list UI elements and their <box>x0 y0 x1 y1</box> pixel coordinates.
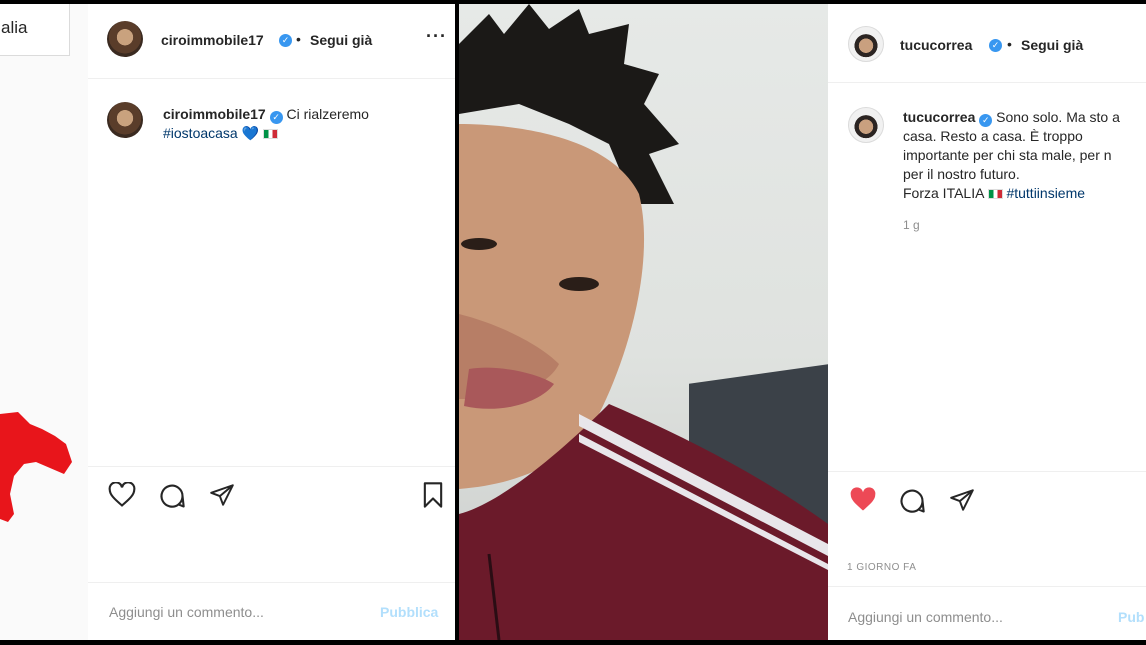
tab-label: alia <box>1 18 28 37</box>
avatar[interactable] <box>848 26 884 62</box>
italy-map-shape <box>0 412 72 522</box>
caption-line: per il nostro futuro. <box>903 166 1020 182</box>
comment-divider <box>88 582 455 583</box>
publish-button[interactable]: Pubblica <box>380 604 438 620</box>
avatar[interactable] <box>848 107 884 143</box>
comment-icon[interactable] <box>158 482 186 510</box>
dot-separator: • <box>1007 36 1012 52</box>
caption-line: Sono solo. Ma sto a <box>996 109 1120 125</box>
header-username[interactable]: ciroimmobile17 <box>161 32 264 48</box>
share-icon[interactable] <box>208 482 236 508</box>
tracksuit-shape <box>459 404 828 640</box>
actions-divider <box>828 471 1146 472</box>
caption-line: Forza ITALIA <box>903 185 984 201</box>
more-horizontal-icon[interactable]: ··· <box>426 26 447 47</box>
caption-line: importante per chi sta male, per n <box>903 147 1112 163</box>
avatar[interactable] <box>107 21 143 57</box>
bookmark-icon[interactable] <box>421 481 445 509</box>
blue-heart-emoji: 💙 <box>241 125 260 141</box>
italy-flag-icon <box>262 129 278 139</box>
header-username[interactable]: tucucorrea <box>900 37 972 53</box>
verified-badge-icon: ✓ <box>279 34 292 47</box>
header-divider <box>88 78 455 79</box>
italy-flag-icon <box>987 189 1003 199</box>
caption-username[interactable]: ciroimmobile17 <box>163 106 266 122</box>
left-map-fragment: alia <box>0 4 88 640</box>
post-photo <box>459 4 828 640</box>
publish-button[interactable]: Pub <box>1118 609 1144 625</box>
heart-icon[interactable] <box>108 482 136 508</box>
caption-line: casa. Resto a casa. È troppo <box>903 128 1083 144</box>
follow-status[interactable]: Segui già <box>1021 37 1083 53</box>
heart-filled-icon[interactable] <box>849 487 877 513</box>
actions-divider <box>88 466 455 467</box>
share-icon[interactable] <box>948 487 976 513</box>
caption: tucucorrea ✓ Sono solo. Ma sto a casa. R… <box>903 108 1146 203</box>
caption-time: 1 g <box>903 218 920 232</box>
hashtag-link[interactable]: #iostoacasa <box>163 125 238 141</box>
verified-badge-icon: ✓ <box>989 39 1002 52</box>
hashtag-link[interactable]: #tuttiinsieme <box>1006 185 1085 201</box>
verified-badge-icon: ✓ <box>979 114 993 127</box>
post-date: 1 GIORNO FA <box>847 562 917 573</box>
post-panel-tucucorrea: tucucorrea ✓ • Segui già tucucorrea ✓ So… <box>828 4 1146 640</box>
caption-username[interactable]: tucucorrea <box>903 109 975 125</box>
comment-divider <box>828 586 1146 587</box>
dot-separator: • <box>296 31 301 47</box>
post-panel-ciroimmobile: ciroimmobile17 ✓ • Segui già ··· ciroimm… <box>88 4 455 640</box>
caption: ciroimmobile17 ✓ Ci rialzeremo #iostoaca… <box>163 105 433 143</box>
comment-input[interactable]: Aggiungi un commento... <box>848 609 1003 625</box>
verified-badge-icon: ✓ <box>269 111 283 124</box>
follow-status[interactable]: Segui già <box>310 32 372 48</box>
comment-icon[interactable] <box>898 487 926 515</box>
tab-italia[interactable]: alia <box>0 4 70 56</box>
caption-text: Ci rialzeremo <box>286 106 369 122</box>
comment-input[interactable]: Aggiungi un commento... <box>109 604 264 620</box>
header-divider <box>828 82 1146 83</box>
avatar[interactable] <box>107 102 143 138</box>
